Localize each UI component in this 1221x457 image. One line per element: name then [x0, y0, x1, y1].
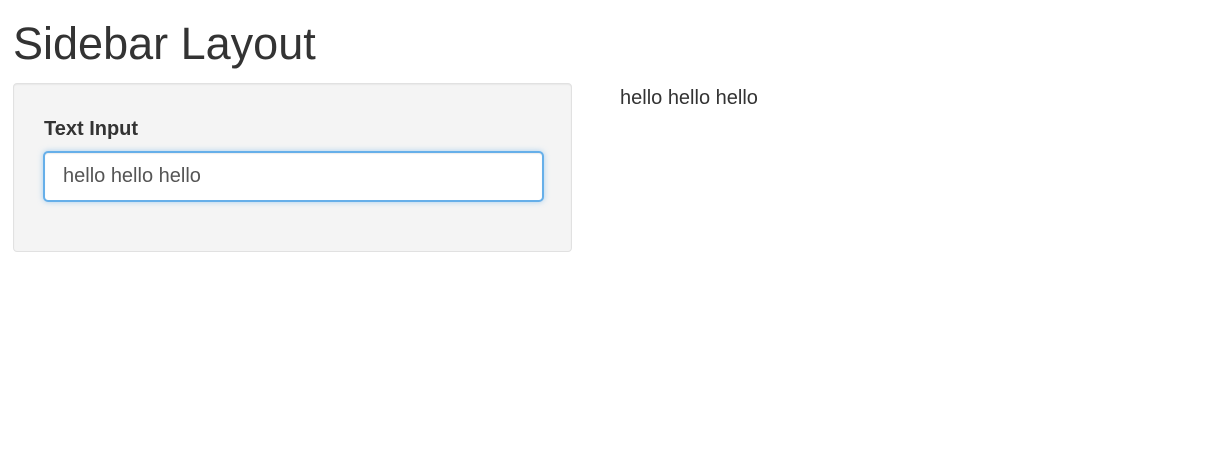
sidebar-panel: Text Input	[13, 83, 572, 252]
page-title: Sidebar Layout	[13, 18, 316, 69]
main-output-text: hello hello hello	[620, 87, 758, 109]
text-input-label: Text Input	[44, 118, 139, 140]
text-input[interactable]	[43, 151, 544, 202]
